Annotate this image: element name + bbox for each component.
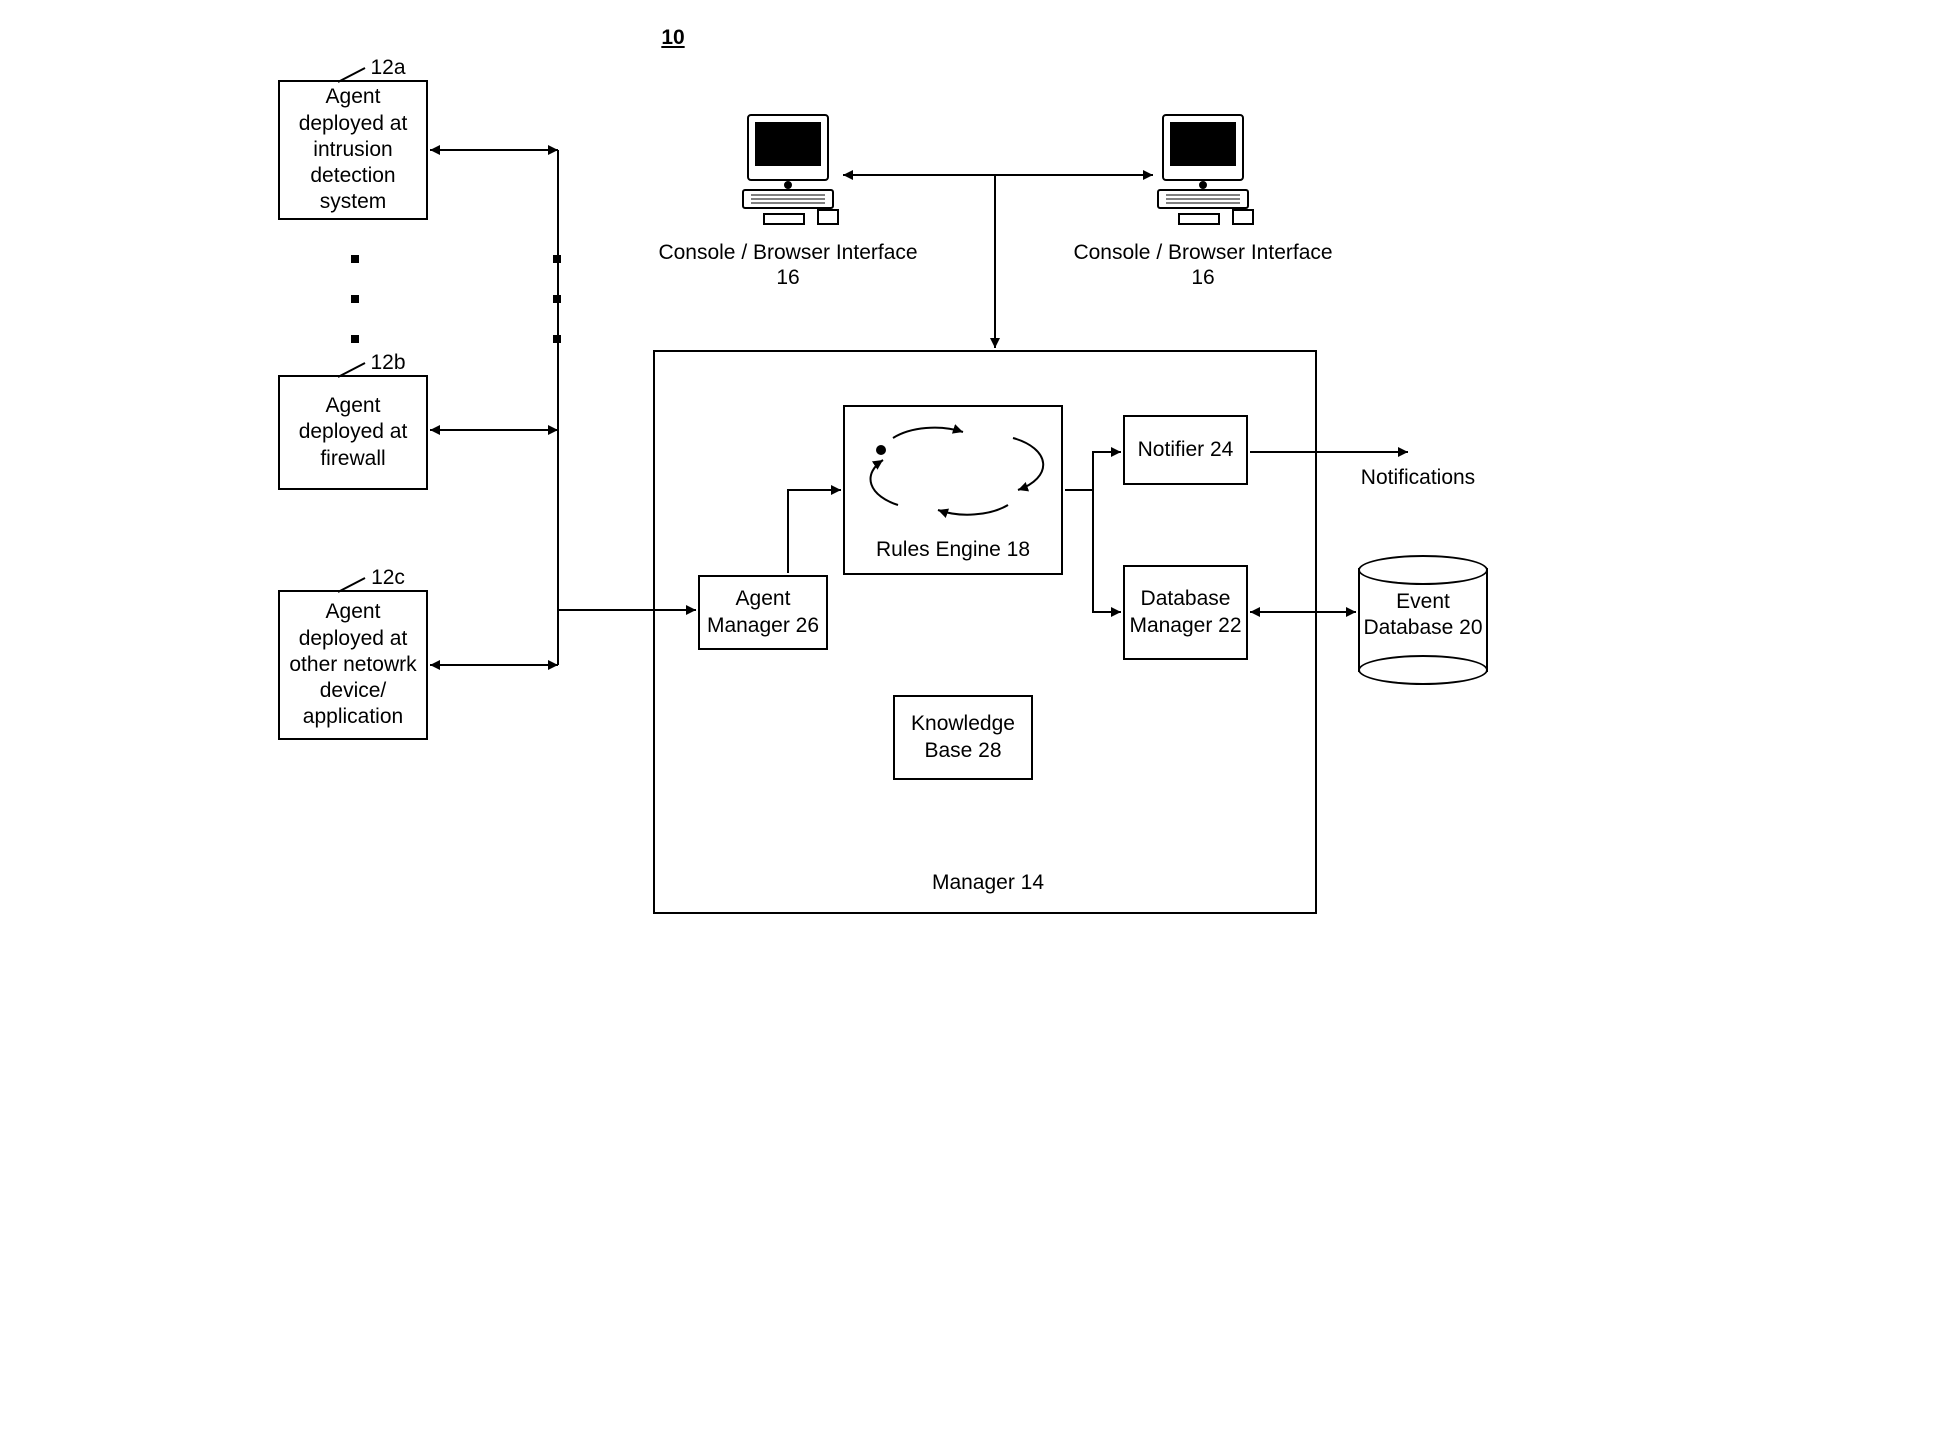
computer-icon [1158, 115, 1253, 224]
diagram-canvas: 10 12a Agent deployed at intrusion detec… [243, 0, 1693, 1075]
cycle-icon [871, 428, 1044, 515]
connector-overlay [243, 0, 1693, 1075]
computer-icon [743, 115, 838, 224]
